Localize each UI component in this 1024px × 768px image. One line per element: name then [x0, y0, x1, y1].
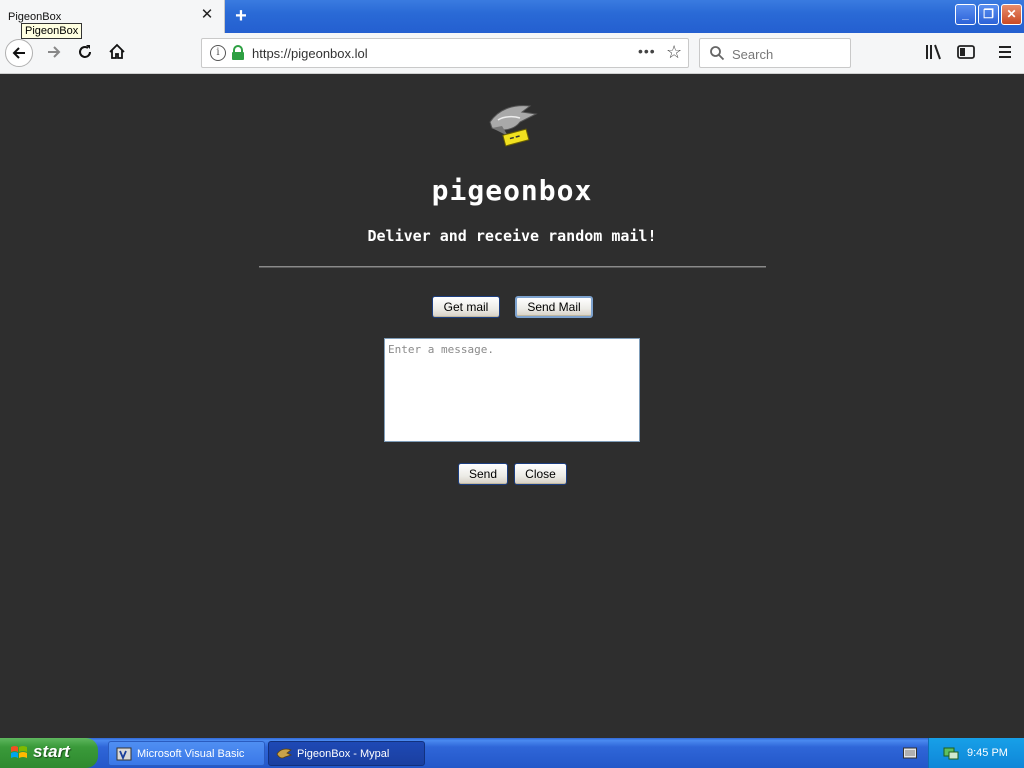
page-content: pigeonbox Deliver and receive random mai… — [0, 74, 1024, 738]
windows-flag-icon — [11, 746, 27, 758]
desktop: PigeonBox ✕ + _ ❐ ✕ PigeonBox i https://… — [0, 0, 1024, 768]
lock-icon — [232, 45, 244, 60]
browser-toolbar: i https://pigeonbox.lol ••• ☆ Search — [0, 33, 1024, 74]
url-bar[interactable]: i https://pigeonbox.lol ••• ☆ — [201, 38, 689, 68]
taskbar-item-visual-basic[interactable]: Microsoft Visual Basic — [108, 741, 265, 766]
page-tagline: Deliver and receive random mail! — [367, 227, 657, 245]
page-title: pigeonbox — [431, 174, 593, 207]
close-window-icon[interactable]: ✕ — [1001, 4, 1022, 25]
divider — [259, 266, 766, 268]
start-label: start — [33, 742, 70, 761]
search-icon — [710, 46, 725, 61]
tab-tooltip: PigeonBox — [21, 23, 83, 39]
tab-close-icon[interactable]: ✕ — [199, 7, 215, 23]
info-icon[interactable]: i — [210, 45, 226, 61]
mypal-browser-icon — [276, 748, 292, 759]
send-button[interactable]: Send — [458, 463, 508, 485]
message-input[interactable] — [384, 338, 640, 442]
system-tray: 9:45 PM — [928, 738, 1024, 768]
sidebar-icon[interactable] — [957, 44, 975, 62]
taskbar-item-pigeonbox[interactable]: PigeonBox - Mypal — [268, 741, 425, 766]
close-button[interactable]: Close — [514, 463, 567, 485]
back-arrow-icon[interactable] — [5, 39, 33, 67]
new-tab-plus-icon[interactable]: + — [231, 6, 251, 26]
forward-arrow-icon[interactable] — [40, 39, 68, 67]
search-bar[interactable]: Search — [699, 38, 851, 68]
clock: 9:45 PM — [967, 747, 1008, 759]
minimize-icon[interactable]: _ — [955, 4, 976, 25]
menu-hamburger-icon[interactable] — [996, 44, 1014, 62]
task-label: Microsoft Visual Basic — [137, 748, 245, 760]
visual-basic-icon — [116, 747, 132, 761]
url-text: https://pigeonbox.lol — [252, 46, 368, 61]
search-placeholder: Search — [732, 47, 774, 62]
restore-icon[interactable]: ❐ — [978, 4, 999, 25]
taskbar: start Microsoft Visual Basic PigeonBox -… — [0, 738, 1024, 768]
send-mail-button[interactable]: Send Mail — [515, 296, 593, 318]
network-tray-icon[interactable] — [943, 745, 959, 761]
page-actions-icon[interactable]: ••• — [638, 43, 656, 59]
reload-icon[interactable] — [71, 39, 99, 67]
bookmark-star-icon[interactable]: ☆ — [666, 42, 682, 63]
browser-titlebar: PigeonBox ✕ + _ ❐ ✕ — [0, 0, 1024, 33]
pigeon-logo-icon — [489, 105, 538, 147]
get-mail-button[interactable]: Get mail — [432, 296, 500, 318]
task-label: PigeonBox - Mypal — [297, 748, 390, 760]
start-button[interactable]: start — [0, 738, 98, 768]
library-icon[interactable] — [925, 44, 943, 62]
home-icon[interactable] — [103, 39, 131, 67]
keyboard-icon[interactable] — [903, 747, 917, 759]
tab-title: PigeonBox — [8, 11, 62, 23]
